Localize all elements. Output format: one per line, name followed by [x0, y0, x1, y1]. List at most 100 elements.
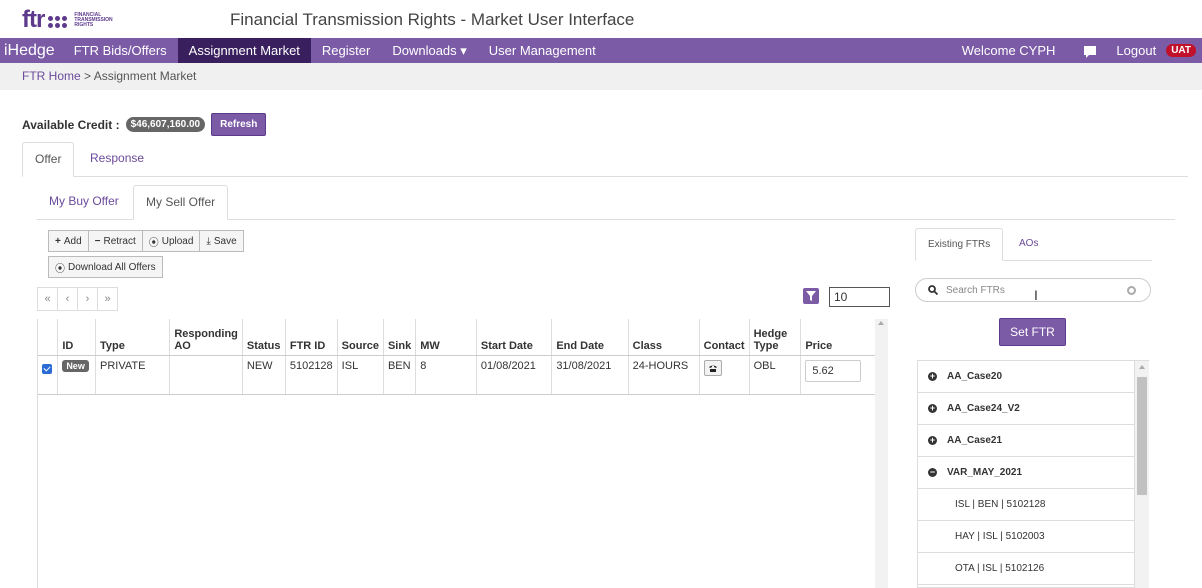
page-size-input[interactable]: 10: [829, 287, 890, 307]
ftr-group-aa-case21[interactable]: + AA_Case21: [918, 425, 1134, 457]
retract-button[interactable]: − Retract: [87, 230, 143, 252]
nav-item-downloads[interactable]: Downloads ▾: [381, 38, 477, 63]
ftr-group-label: VAR_MAY_2021: [947, 467, 1023, 478]
nav-brand[interactable]: iHedge: [0, 38, 63, 63]
mw-cell: 8: [415, 355, 477, 395]
tab-response[interactable]: Response: [78, 142, 156, 177]
breadcrumb-separator: >: [80, 69, 94, 83]
col-sink[interactable]: Sink: [382, 319, 416, 356]
nav-right: Welcome CYPH Logout UAT: [951, 38, 1202, 63]
ftr-list-scrollbar[interactable]: [1135, 360, 1149, 588]
row-select-cell[interactable]: [38, 355, 58, 395]
logout-link[interactable]: Logout: [1114, 38, 1158, 63]
ftr-list-item[interactable]: OTA | ISL | 5102126: [918, 553, 1134, 585]
add-button[interactable]: + Add: [48, 230, 89, 252]
ftr-id-cell: 5102128: [284, 355, 338, 395]
col-ftr-id[interactable]: FTR ID: [284, 319, 338, 356]
chat-icon[interactable]: [1084, 46, 1097, 58]
tab-existing-ftrs[interactable]: Existing FTRs: [915, 228, 1004, 261]
source-cell: ISL: [336, 355, 384, 395]
nav-item-register[interactable]: Register: [311, 38, 381, 63]
scroll-thumb[interactable]: [1137, 377, 1147, 495]
minus-icon: −: [94, 235, 101, 247]
tab-my-buy-offer[interactable]: My Buy Offer: [37, 185, 131, 220]
nav-item-assignment-market[interactable]: Assignment Market: [177, 38, 311, 63]
search-placeholder: Search FTRs: [946, 284, 1005, 296]
status-cell: NEW: [241, 355, 286, 395]
end-date-cell: 31/08/2021: [551, 355, 629, 395]
col-start-date[interactable]: Start Date: [475, 319, 552, 356]
sink-cell: BEN: [382, 355, 416, 395]
ftr-tree-list: + AA_Case20 + AA_Case24_V2 + AA_Case21 − VAR…: [917, 360, 1135, 588]
class-cell: 24-HOURS: [627, 355, 700, 395]
expand-icon[interactable]: +: [928, 436, 937, 445]
credit-row: Available Credit : $46,607,160.00 Refres…: [22, 113, 267, 136]
ftr-list-item[interactable]: HAY | ISL | 5102003: [918, 521, 1134, 553]
pager-next[interactable]: ›: [77, 287, 98, 311]
save-button[interactable]: ⤓ Save: [199, 230, 244, 252]
save-icon: ⤓: [206, 235, 211, 247]
price-input[interactable]: 5.62: [805, 359, 862, 382]
search-icon: [928, 285, 938, 295]
collapse-icon[interactable]: −: [928, 468, 937, 477]
refresh-button[interactable]: Refresh: [211, 113, 267, 136]
ftr-group-aa-case20[interactable]: + AA_Case20: [918, 361, 1134, 393]
clear-search-icon[interactable]: [1127, 286, 1136, 295]
col-mw[interactable]: MW: [415, 319, 477, 356]
col-id[interactable]: ID: [57, 319, 96, 356]
text-cursor-icon: I: [1034, 287, 1038, 303]
tab-offer[interactable]: Offer: [22, 142, 75, 177]
ftr-list-item[interactable]: ISL | BEN | 5102128: [918, 489, 1134, 521]
table-scrollbar[interactable]: [875, 319, 888, 588]
plus-icon: +: [55, 235, 61, 247]
nav-item-user-management[interactable]: User Management: [478, 38, 607, 63]
col-end-date[interactable]: End Date: [551, 319, 629, 356]
tab-my-sell-offer[interactable]: My Sell Offer: [133, 185, 229, 220]
logo-wordmark: ftr: [22, 6, 45, 33]
ftr-group-aa-case24-v2[interactable]: + AA_Case24_V2: [918, 393, 1134, 425]
tab-aos[interactable]: AOs: [1007, 228, 1050, 261]
col-contact[interactable]: Contact: [698, 319, 750, 356]
ftr-group-var-may-2021[interactable]: − VAR_MAY_2021: [918, 457, 1134, 489]
logo-subtext: FINANCIAL TRANSMISSION RIGHTS: [74, 11, 113, 28]
col-hedge-type[interactable]: Hedge Type: [748, 319, 801, 356]
pager-last[interactable]: »: [97, 287, 118, 311]
offer-toolbar: + Add − Retract ⦿ Upload ⤓ Save ⦿ Download Al…: [48, 230, 244, 278]
set-ftr-button[interactable]: Set FTR: [999, 318, 1066, 346]
nav-item-ftr-bids-offers[interactable]: FTR Bids/Offers: [63, 38, 178, 63]
table-row[interactable]: New PRIVATE NEW 5102128 ISL BEN 8 01/08/…: [38, 355, 887, 395]
download-all-offers-button[interactable]: ⦿ Download All Offers: [48, 256, 163, 278]
upload-button[interactable]: ⦿ Upload: [141, 230, 201, 252]
expand-icon[interactable]: +: [928, 404, 937, 413]
logo-dots-icon: [48, 16, 68, 28]
filter-button[interactable]: [803, 288, 819, 304]
upload-label: Upload: [161, 235, 194, 247]
col-source[interactable]: Source: [336, 319, 384, 356]
pager-prev[interactable]: ‹: [57, 287, 78, 311]
add-label: Add: [63, 235, 82, 247]
col-status[interactable]: Status: [241, 319, 286, 356]
ftr-group-label: AA_Case21: [947, 435, 1003, 446]
main-tabs: Offer Response: [22, 142, 1188, 177]
col-type[interactable]: Type: [95, 319, 170, 356]
col-responding-ao[interactable]: Responding AO: [169, 319, 243, 356]
top-header: ftr FINANCIAL TRANSMISSION RIGHTS Financ…: [0, 0, 1202, 38]
search-ftrs-input[interactable]: Search FTRs: [915, 278, 1151, 302]
pager-first[interactable]: «: [37, 287, 58, 311]
ftr-logo: ftr FINANCIAL TRANSMISSION RIGHTS: [22, 6, 116, 34]
breadcrumb-current: Assignment Market: [93, 69, 197, 83]
offers-table-container: ID Type Responding AO Status FTR ID Sour…: [37, 319, 888, 588]
col-class[interactable]: Class: [627, 319, 700, 356]
id-cell: New: [57, 355, 96, 395]
upload-icon: ⦿: [148, 237, 159, 249]
row-checkbox[interactable]: [42, 363, 52, 374]
responding-ao-cell: [169, 355, 243, 395]
breadcrumb-home[interactable]: FTR Home: [22, 69, 81, 83]
expand-icon[interactable]: +: [928, 372, 937, 381]
pagination: « ‹ › »: [37, 287, 118, 311]
retract-label: Retract: [103, 235, 136, 247]
contact-button[interactable]: [703, 359, 722, 376]
credit-value-badge: $46,607,160.00: [125, 117, 206, 132]
scroll-up-icon[interactable]: [1139, 365, 1145, 369]
scroll-up-icon[interactable]: [878, 321, 884, 325]
